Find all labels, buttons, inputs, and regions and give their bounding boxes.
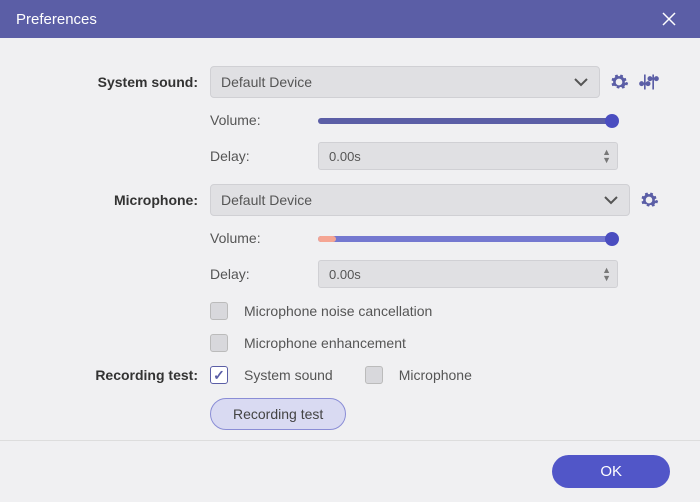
system-delay-label: Delay: [210, 148, 310, 164]
system-volume-label: Volume: [210, 112, 310, 128]
rec-mic-label: Microphone [399, 367, 472, 383]
ok-button[interactable]: OK [552, 455, 670, 488]
microphone-device-value: Default Device [221, 192, 312, 208]
window-title: Preferences [16, 11, 97, 28]
rec-system-label: System sound [244, 367, 333, 383]
noise-cancel-checkbox[interactable] [210, 302, 228, 320]
recording-test-label: Recording test: [40, 367, 210, 383]
system-volume-slider[interactable] [318, 113, 618, 127]
system-delay-value: 0.00s [329, 149, 361, 164]
rec-system-checkbox[interactable] [210, 366, 228, 384]
enhance-label: Microphone enhancement [244, 335, 406, 351]
microphone-device-dropdown[interactable]: Default Device [210, 184, 630, 216]
mixer-icon[interactable] [638, 71, 660, 93]
microphone-label: Microphone: [40, 192, 210, 208]
footer: OK [0, 440, 700, 502]
chevron-down-icon [603, 195, 619, 205]
system-delay-spinner[interactable]: 0.00s ▲▼ [318, 142, 618, 170]
noise-cancel-label: Microphone noise cancellation [244, 303, 432, 319]
recording-test-button[interactable]: Recording test [210, 398, 346, 430]
mic-delay-label: Delay: [210, 266, 310, 282]
mic-delay-spinner[interactable]: 0.00s ▲▼ [318, 260, 618, 288]
chevron-down-icon [573, 77, 589, 87]
gear-icon[interactable] [608, 71, 630, 93]
system-sound-label: System sound: [40, 74, 210, 90]
rec-mic-checkbox[interactable] [365, 366, 383, 384]
system-sound-device-dropdown[interactable]: Default Device [210, 66, 600, 98]
spinner-arrows[interactable]: ▲▼ [602, 266, 611, 282]
close-icon[interactable] [660, 10, 684, 28]
gear-icon[interactable] [638, 189, 660, 211]
system-sound-device-value: Default Device [221, 74, 312, 90]
spinner-arrows[interactable]: ▲▼ [602, 148, 611, 164]
enhance-checkbox[interactable] [210, 334, 228, 352]
mic-delay-value: 0.00s [329, 267, 361, 282]
mic-volume-slider[interactable] [318, 231, 618, 245]
titlebar: Preferences [0, 0, 700, 38]
content: System sound: Default Device Volume: [0, 38, 700, 454]
mic-volume-label: Volume: [210, 230, 310, 246]
